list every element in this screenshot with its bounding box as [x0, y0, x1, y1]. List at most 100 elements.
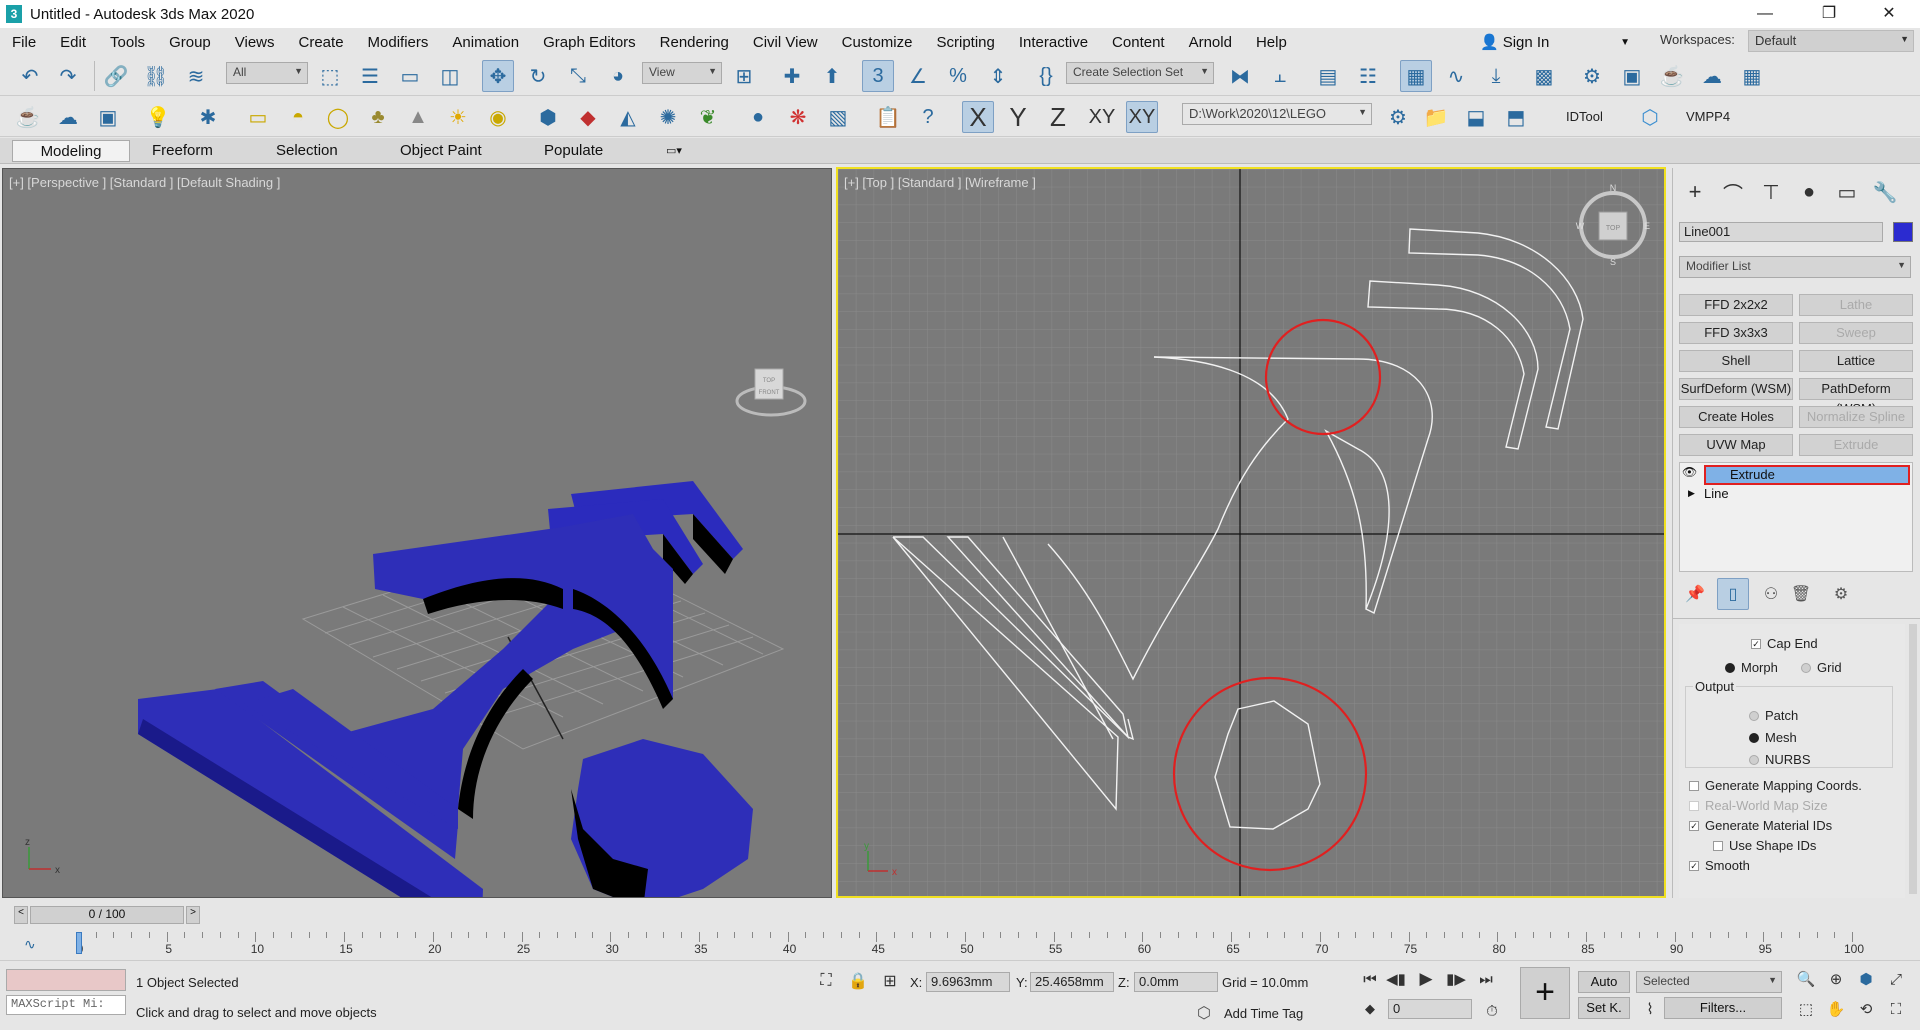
use-shape-checkbox[interactable]: [1713, 840, 1723, 851]
menu-arnold[interactable]: Arnold: [1177, 34, 1244, 51]
field-of-view-icon[interactable]: ⬚: [1790, 993, 1822, 1025]
axis-z-button[interactable]: Z: [1042, 101, 1074, 133]
y-coord-field[interactable]: 25.4658mm: [1030, 972, 1114, 992]
render-production-icon[interactable]: ☕: [1656, 60, 1688, 92]
menu-group[interactable]: Group: [157, 34, 223, 51]
nurbs-radio[interactable]: [1749, 754, 1759, 765]
named-selection-set-dropdown[interactable]: Create Selection Set: [1066, 62, 1214, 84]
gen-material-checkbox[interactable]: ✓: [1689, 820, 1699, 831]
play-icon[interactable]: ▶: [1410, 963, 1442, 995]
remove-modifier-icon[interactable]: 🗑: [1785, 578, 1817, 610]
modifier-button-sweep[interactable]: Sweep: [1799, 322, 1913, 344]
next-key-icon[interactable]: ▮▶: [1440, 963, 1472, 995]
go-to-end-icon[interactable]: ⏭: [1470, 963, 1502, 995]
add-time-tag-button[interactable]: Add Time Tag: [1224, 1006, 1303, 1021]
project-settings-icon[interactable]: ⚙: [1382, 101, 1414, 133]
link-icon[interactable]: 🔗: [100, 60, 132, 92]
workspace-dropdown[interactable]: Default: [1748, 30, 1914, 52]
time-slider[interactable]: 0 / 100: [30, 906, 184, 924]
make-unique-icon[interactable]: ⚇: [1755, 578, 1787, 610]
menu-modifiers[interactable]: Modifiers: [356, 34, 441, 51]
axis-xy-button[interactable]: XY: [1086, 101, 1118, 133]
modifier-button-ffd-2x2x2[interactable]: FFD 2x2x2: [1679, 294, 1793, 316]
menu-views[interactable]: Views: [223, 34, 287, 51]
render-to-texture-icon[interactable]: ▧: [822, 101, 854, 133]
multi-material-icon[interactable]: ❋: [782, 101, 814, 133]
menu-civil-view[interactable]: Civil View: [741, 34, 830, 51]
capsule-icon[interactable]: ◆: [572, 101, 604, 133]
menu-interactive[interactable]: Interactive: [1007, 34, 1100, 51]
axis-x-button[interactable]: X: [962, 101, 994, 133]
default-tangents-icon[interactable]: ⌇: [1634, 993, 1666, 1025]
time-config-icon[interactable]: ⏱: [1476, 995, 1508, 1027]
modifier-button-extrude[interactable]: Extrude: [1799, 434, 1913, 456]
menu-file[interactable]: File: [0, 34, 48, 51]
maxscript-mini-input[interactable]: MAXScript Mi:: [6, 995, 126, 1015]
menu-scripting[interactable]: Scripting: [924, 34, 1006, 51]
curve-editor-mini-icon[interactable]: ∿: [24, 936, 36, 953]
expand-arrow-icon[interactable]: ▶: [1688, 488, 1695, 499]
key-mode-icon[interactable]: ◆: [1354, 993, 1386, 1025]
time-marker[interactable]: [76, 932, 82, 954]
scene-explorer-icon[interactable]: ▤: [1312, 60, 1344, 92]
timeline-ruler[interactable]: 0510152025303540455055606570758085909510…: [56, 930, 1916, 956]
zoom-extents-all-icon[interactable]: ⤢: [1880, 963, 1912, 995]
vmpp4-button[interactable]: VMPP4: [1686, 109, 1730, 124]
modifier-list-dropdown[interactable]: Modifier List: [1679, 256, 1911, 278]
spinner-snap-icon[interactable]: ⇕: [982, 60, 1014, 92]
redo-icon[interactable]: ↷: [52, 60, 84, 92]
show-end-result-icon[interactable]: ▯: [1717, 578, 1749, 610]
torus-icon[interactable]: ◯: [322, 101, 354, 133]
set-key-button[interactable]: Set K.: [1578, 997, 1630, 1019]
foliage-icon[interactable]: ❦: [692, 101, 724, 133]
patch-radio[interactable]: [1749, 710, 1759, 721]
hierarchy-tab-icon[interactable]: ⊤: [1755, 176, 1787, 208]
unlink-icon[interactable]: ⛓: [140, 60, 172, 92]
menu-help[interactable]: Help: [1244, 34, 1299, 51]
curve-editor-icon[interactable]: ∿: [1440, 60, 1472, 92]
rectangular-selection-icon[interactable]: ▭: [394, 60, 426, 92]
maxscript-listener[interactable]: [6, 969, 126, 991]
reference-coordinate-dropdown[interactable]: View: [642, 62, 722, 84]
orbit-icon[interactable]: ⟲: [1850, 993, 1882, 1025]
grid-radio[interactable]: [1801, 662, 1811, 673]
modifier-button-lattice[interactable]: Lattice: [1799, 350, 1913, 372]
rendered-frame-icon[interactable]: ▣: [1616, 60, 1648, 92]
biped-icon[interactable]: ✱: [192, 101, 224, 133]
zoom-all-icon[interactable]: ⊕: [1820, 963, 1852, 995]
nav-cube[interactable]: TOP FRONT: [735, 368, 807, 417]
gen-mapping-checkbox[interactable]: [1689, 780, 1699, 791]
schematic-view-icon[interactable]: ⤓: [1480, 60, 1512, 92]
menu-customize[interactable]: Customize: [830, 34, 925, 51]
bind-space-warp-icon[interactable]: ≋: [180, 60, 212, 92]
move-icon[interactable]: ✥: [482, 60, 514, 92]
layer-explorer-icon[interactable]: ☷: [1352, 60, 1384, 92]
perspective-viewport[interactable]: [+] [Perspective ] [Standard ] [Default …: [2, 168, 832, 898]
configure-sets-icon[interactable]: ⚙: [1825, 578, 1857, 610]
grid-object-icon[interactable]: ⬢: [532, 101, 564, 133]
help-circle-icon[interactable]: ?: [912, 101, 944, 133]
mesh-radio[interactable]: [1749, 732, 1759, 743]
real-world-checkbox[interactable]: [1689, 800, 1699, 811]
ribbon-toggle-icon[interactable]: ▦: [1400, 60, 1432, 92]
previous-key-icon[interactable]: ◀▮: [1380, 963, 1412, 995]
morph-radio[interactable]: [1725, 662, 1735, 673]
modifier-button-uvw-map[interactable]: UVW Map: [1679, 434, 1793, 456]
set-project-icon[interactable]: ⬓: [1460, 101, 1492, 133]
key-filter-dropdown[interactable]: Selected: [1636, 971, 1782, 993]
disc-icon[interactable]: ◉: [482, 101, 514, 133]
render-cloud-icon[interactable]: ▦: [1736, 60, 1768, 92]
ribbon-tab-selection[interactable]: Selection: [262, 140, 352, 162]
modifier-button-shell[interactable]: Shell: [1679, 350, 1793, 372]
prev-frame-button[interactable]: <: [14, 906, 28, 924]
ribbon-tab-modeling[interactable]: Modeling: [12, 140, 130, 162]
menu-graph-editors[interactable]: Graph Editors: [531, 34, 648, 51]
isolate-selection-icon[interactable]: ⛶: [810, 965, 842, 997]
project-manager-icon[interactable]: ⬒: [1500, 101, 1532, 133]
viewport-label[interactable]: [+] [Top ] [Standard ] [Wireframe ]: [844, 175, 1036, 190]
placement-icon[interactable]: ◕: [602, 60, 634, 92]
panel-scrollbar[interactable]: [1909, 624, 1917, 894]
project-folder-icon[interactable]: 📁: [1420, 101, 1452, 133]
minimize-button[interactable]: —: [1742, 0, 1788, 28]
snaps-toggle-icon[interactable]: 3: [862, 60, 894, 92]
